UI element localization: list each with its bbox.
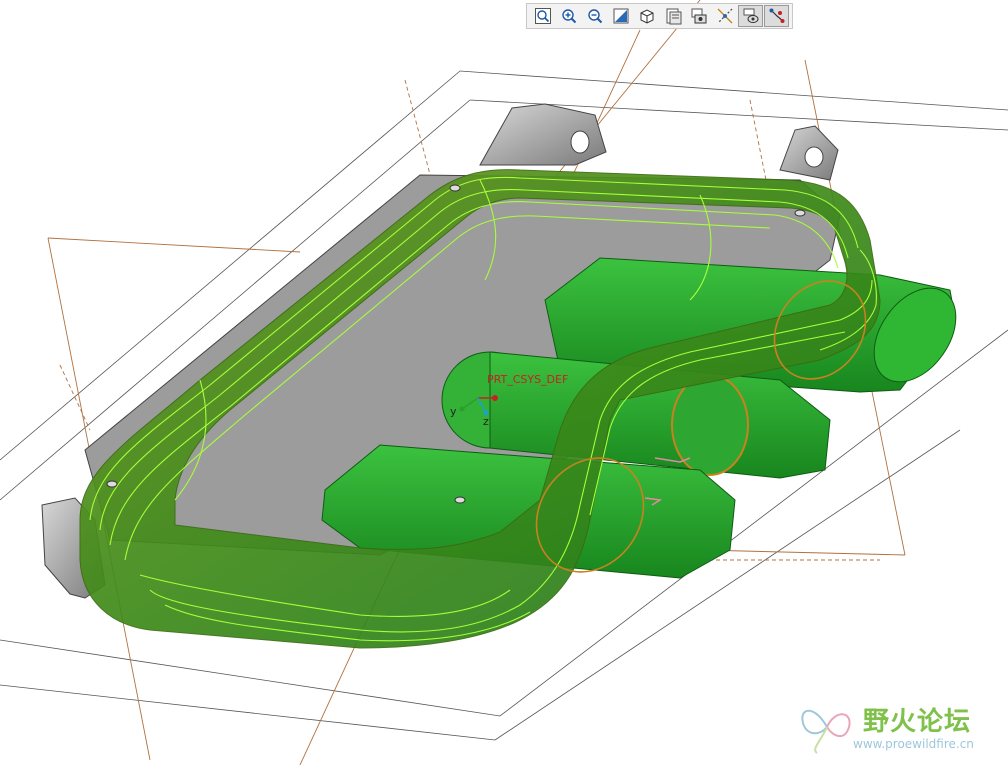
graphics-viewport[interactable]: PRT_CSYS_DEF y z: [0, 0, 1008, 766]
view-manager-icon: [691, 8, 706, 24]
butterfly-logo-icon: [801, 709, 851, 754]
watermark-url: www.proewildfire.cn: [853, 737, 974, 751]
spin-center-icon: [743, 8, 758, 23]
zoom-in-button[interactable]: [556, 5, 581, 27]
axis-label-z: z: [483, 415, 489, 428]
annotation-display-icon: [769, 8, 784, 23]
orient-cube-icon: [640, 9, 653, 24]
spin-center-button[interactable]: [738, 5, 763, 27]
zoom-fit-icon: [534, 8, 551, 24]
zoom-fit-button[interactable]: [530, 5, 555, 27]
annotation-display-button[interactable]: [764, 5, 789, 27]
display-style-icon: [666, 8, 681, 25]
saved-views-button[interactable]: [634, 5, 659, 27]
display-style-button[interactable]: [660, 5, 685, 27]
zoom-out-icon: [587, 9, 602, 24]
repaint-button[interactable]: [608, 5, 633, 27]
view-toolbar: [526, 3, 793, 29]
zoom-in-icon: [561, 9, 576, 24]
view-manager-button[interactable]: [686, 5, 711, 27]
zoom-out-button[interactable]: [582, 5, 607, 27]
repaint-icon: [613, 8, 628, 24]
datum-display-icon: [717, 8, 732, 24]
watermark-title: 野火论坛: [863, 707, 972, 737]
watermark: 野火论坛 www.proewildfire.cn: [797, 697, 997, 757]
datum-display-button[interactable]: [712, 5, 737, 27]
csys-label: PRT_CSYS_DEF: [487, 373, 569, 386]
axis-label-y: y: [450, 405, 457, 418]
